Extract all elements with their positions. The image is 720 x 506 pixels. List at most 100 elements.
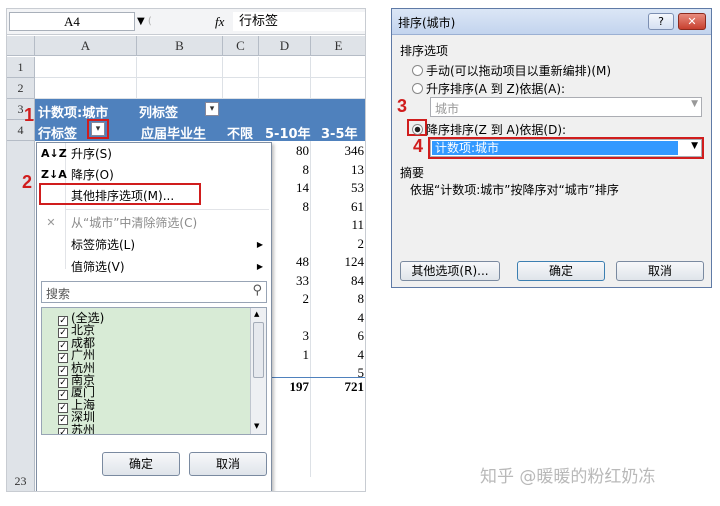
value-cell: 346 xyxy=(344,143,365,158)
help-icon[interactable]: ? xyxy=(648,13,674,30)
step-label-4: 4 xyxy=(413,136,424,156)
column-filter-button[interactable]: ▾ xyxy=(205,102,219,116)
value-cell: 4 xyxy=(357,309,365,325)
column-header-e[interactable]: E xyxy=(311,36,365,56)
scroll-thumb[interactable] xyxy=(253,322,264,378)
dialog-title: 排序(城市) xyxy=(398,16,456,30)
column-header-a[interactable]: A xyxy=(35,36,137,56)
column-header-c[interactable]: C xyxy=(223,36,259,56)
submenu-arrow-icon: ▶ xyxy=(256,240,263,249)
scroll-up-icon[interactable]: ▲ xyxy=(254,310,259,318)
fx-icon[interactable]: fx xyxy=(215,12,224,31)
scroll-down-icon[interactable]: ▼ xyxy=(254,422,259,430)
dialog-cancel-button[interactable]: 取消 xyxy=(616,261,704,281)
ascending-field-value: 城市 xyxy=(435,102,460,116)
menu-item-label: 从“城市”中清除筛选(C) xyxy=(71,216,198,230)
chevron-down-icon: ▼ xyxy=(691,99,698,109)
value-cell: 6 xyxy=(357,328,365,343)
select-all-corner[interactable] xyxy=(7,36,35,56)
radio-manual[interactable]: 手动(可以拖动项目以重新编排)(M) xyxy=(412,62,611,79)
filter-list-item[interactable]: ✓ 苏州 xyxy=(58,422,96,435)
value-cell: 13 xyxy=(351,161,364,177)
formula-bar: A4 ▼ ( fx 行标签 xyxy=(7,9,365,35)
grid-line xyxy=(136,57,137,99)
summary-text: 依据“计数项:城市”按降序对“城市”排序 xyxy=(410,183,619,197)
chevron-down-icon: ▼ xyxy=(691,141,698,151)
pivot-header-b: 应届毕业生 xyxy=(141,127,207,142)
more-options-button[interactable]: 其他选项(R)... xyxy=(400,261,500,281)
radio-manual-indicator[interactable] xyxy=(412,65,423,76)
pivot-header-c: 不限 xyxy=(227,127,254,142)
more-sort-highlight xyxy=(39,183,201,205)
grid-line xyxy=(222,57,223,99)
name-box-dropdown-icon[interactable]: ▼ ( xyxy=(137,13,152,30)
menu-item-label: 降序(O) xyxy=(71,168,114,182)
filter-list-label: 苏州 xyxy=(71,422,96,435)
dialog-ok-button[interactable]: 确定 xyxy=(517,261,605,281)
value-cell: 84 xyxy=(351,272,364,288)
menu-item-value-filter[interactable]: 值筛选(V) ▶ xyxy=(37,256,271,278)
ascending-field-select[interactable]: 城市 ▼ xyxy=(430,97,702,117)
filter-value-list: ✓ (全选) ✓ 北京 ✓ 成都 ✓ 广州 ✓ 杭州 ✓ 南京 ✓ 厦门 ✓ 上海 ✓ 深圳 ✓ 苏州 ▲ ▼ xyxy=(41,307,267,435)
value-cell: 2 xyxy=(357,235,365,251)
step-label-3: 3 xyxy=(397,96,408,116)
menu-item-sort-asc[interactable]: A↓Z 升序(S) xyxy=(37,143,271,165)
column-header-b[interactable]: B xyxy=(137,36,223,56)
row-header-2[interactable]: 2 xyxy=(7,78,35,99)
menu-divider xyxy=(65,209,269,210)
section-sort-options: 排序选项 xyxy=(400,44,449,58)
pivot-header-e: 3-5年 xyxy=(321,127,358,142)
sort-asc-icon: A↓Z xyxy=(41,147,67,160)
submenu-arrow-icon: ▶ xyxy=(256,262,263,271)
radio-ascending-indicator[interactable] xyxy=(412,83,423,94)
search-icon: ⚲ xyxy=(252,283,262,298)
row-header-23[interactable]: 23 xyxy=(7,471,35,491)
filter-cancel-button[interactable]: 取消 xyxy=(189,452,267,476)
radio-ascending[interactable]: 升序排序(A 到 Z)依据(A): xyxy=(412,80,565,97)
pivot-column-labels: 列标签 xyxy=(139,106,179,121)
row-header-1[interactable]: 1 xyxy=(7,57,35,78)
value-cell: 53 xyxy=(351,180,364,195)
filter-dropdown-menu: A↓Z 升序(S) Z↓A 降序(O) 其他排序选项(M)... ✕ 从“城市”… xyxy=(36,142,272,491)
value-cell: 8 xyxy=(357,291,365,306)
search-placeholder: 搜索 xyxy=(46,287,71,301)
sort-dialog: 排序(城市) ? ✕ 排序选项 手动(可以拖动项目以重新编排)(M) 升序排序(… xyxy=(391,8,712,288)
row-filter-dropdown-icon[interactable]: ▾ xyxy=(91,122,105,136)
filter-ok-button[interactable]: 确定 xyxy=(102,452,180,476)
descending-field-select[interactable]: 计数项:城市 ▼ xyxy=(430,139,702,157)
pivot-header-row-4: 行标签 应届毕业生 不限 5-10年 3-5年 xyxy=(35,120,365,142)
column-header-d[interactable]: D xyxy=(259,36,311,56)
grid-line xyxy=(35,77,365,78)
radio-label: 升序排序(A 到 Z)依据(A): xyxy=(426,82,566,96)
close-icon[interactable]: ✕ xyxy=(678,13,706,30)
checkbox-icon[interactable]: ✓ xyxy=(58,427,68,434)
value-cell: 124 xyxy=(344,254,365,269)
list-scrollbar[interactable]: ▲ ▼ xyxy=(250,308,266,434)
section-summary: 摘要 xyxy=(400,166,425,180)
value-cell: 4 xyxy=(357,346,365,362)
descending-field-value: 计数项:城市 xyxy=(432,141,678,155)
dialog-title-bar: 排序(城市) ? ✕ xyxy=(392,9,711,35)
total-row: 197 721 xyxy=(259,377,365,395)
name-box[interactable]: A4 xyxy=(9,12,135,31)
spreadsheet-window: A4 ▼ ( fx 行标签 A B C D E 1 2 3 4 23 计数项:城… xyxy=(6,8,366,492)
radio-label: 手动(可以拖动项目以重新编排)(M) xyxy=(426,64,612,78)
menu-item-clear-filter[interactable]: ✕ 从“城市”中清除筛选(C) xyxy=(37,212,271,234)
radio-descending[interactable]: 降序排序(Z 到 A)依据(D): xyxy=(412,121,566,138)
menu-item-label: 升序(S) xyxy=(71,147,112,161)
radio-descending-indicator[interactable] xyxy=(412,124,423,135)
menu-item-label: 标签筛选(L) xyxy=(71,238,136,252)
watermark: 知乎 @暖暖的粉红奶冻 xyxy=(480,467,656,487)
radio-label: 降序排序(Z 到 A)依据(D): xyxy=(426,123,567,137)
pivot-row-labels: 行标签 xyxy=(38,127,78,142)
total-e: 721 xyxy=(344,379,365,394)
menu-item-label-filter[interactable]: 标签筛选(L) ▶ xyxy=(37,234,271,256)
clear-filter-icon: ✕ xyxy=(46,216,56,229)
value-cell: 11 xyxy=(351,217,364,232)
pivot-header-d: 5-10年 xyxy=(265,127,311,142)
formula-input[interactable]: 行标签 xyxy=(233,12,365,31)
filter-search-input[interactable]: 搜索 ⚲ xyxy=(41,281,267,303)
menu-item-label: 值筛选(V) xyxy=(71,260,125,274)
grid-line xyxy=(258,57,259,99)
step-label-1: 1 xyxy=(24,105,35,125)
